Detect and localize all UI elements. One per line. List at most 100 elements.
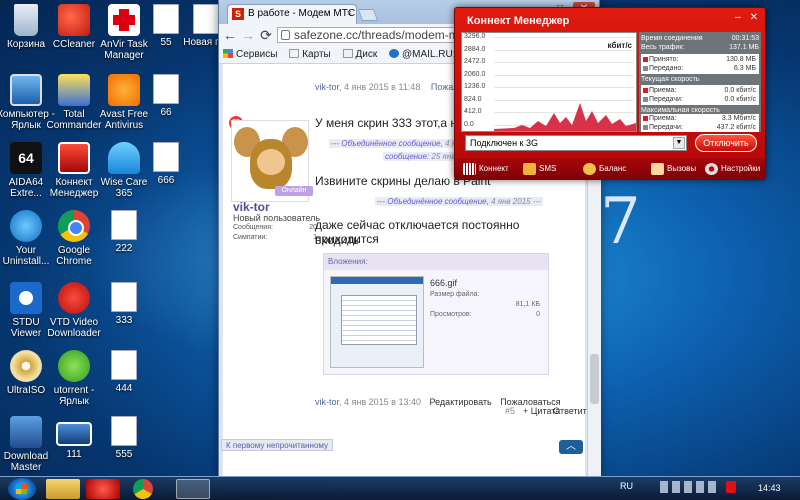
- attachment-thumbnail[interactable]: [330, 276, 424, 368]
- traffic-area: [494, 103, 636, 131]
- received-icon: [643, 57, 648, 62]
- post-text: входить: [315, 233, 360, 247]
- taskbar-opera[interactable]: [86, 479, 120, 499]
- tab-connect[interactable]: Коннект: [463, 161, 509, 177]
- post-author-link[interactable]: vik-tor: [315, 397, 339, 407]
- start-button[interactable]: [8, 478, 36, 500]
- new-tab-button[interactable]: [357, 9, 379, 21]
- user-role: Новый пользователь: [233, 213, 321, 223]
- traffic-breakdown: Принято: 130.8 МБ Передано: 6.3 МБ: [641, 54, 759, 74]
- bookmark-disk[interactable]: Диск: [339, 46, 383, 60]
- page-icon: [289, 49, 300, 58]
- file-icon: [111, 350, 137, 380]
- apps-icon: [223, 49, 233, 58]
- session-time: Время соединения 00:31:53: [641, 35, 759, 42]
- attachments-header: Вложения:: [324, 254, 548, 270]
- uninstaller-icon: [10, 210, 42, 242]
- post-date: 4 янв 2015 в 11:48: [344, 82, 421, 92]
- sms-icon: [523, 163, 536, 175]
- connection-select[interactable]: Подключен к 3G ▼: [465, 135, 687, 151]
- desktop-icon-label: 66: [160, 107, 172, 118]
- desktop-icon[interactable]: 666: [136, 142, 196, 186]
- taskbar-connect-manager[interactable]: [176, 479, 210, 499]
- ultraiso-icon: [10, 350, 42, 382]
- edit-link[interactable]: Редактировать: [430, 397, 492, 407]
- coins-icon: [583, 163, 596, 175]
- file-icon: [111, 282, 137, 312]
- vtd-icon: [58, 282, 90, 314]
- page-icon: [281, 30, 290, 40]
- language-indicator[interactable]: RU: [620, 481, 633, 491]
- forward-button[interactable]: →: [239, 26, 257, 44]
- tab-settings[interactable]: Настройки: [705, 161, 760, 177]
- sent-icon: [643, 66, 648, 71]
- received-icon: [643, 88, 648, 93]
- desktop-icon[interactable]: 333: [94, 282, 154, 326]
- tab-title: В работе - Модем МТС К: [248, 8, 357, 19]
- tab-calls[interactable]: Вызовы: [651, 161, 696, 177]
- back-button[interactable]: ←: [221, 26, 239, 44]
- username[interactable]: vik-tor: [233, 200, 270, 214]
- desktop-icon-label: 666: [157, 175, 175, 186]
- reply-button[interactable]: Ответить: [553, 406, 587, 416]
- graph-tick-label: 0.0: [464, 120, 474, 128]
- cm-minimize-button[interactable]: –: [731, 12, 745, 24]
- scrollbar-thumb[interactable]: [590, 354, 599, 404]
- tray-icons[interactable]: [660, 481, 716, 493]
- graph-tick-label: 2472.0: [464, 58, 486, 65]
- browser-tab[interactable]: S В работе - Модем МТС К ×: [227, 4, 357, 24]
- sent-icon: [643, 97, 648, 102]
- merged-notice: --- Объединённое сообщение, 4 янв 2015 -…: [375, 197, 543, 206]
- desktop-icon[interactable]: 444: [94, 350, 154, 394]
- utorrent-icon: [58, 350, 90, 382]
- bookmark-services[interactable]: Сервисы: [219, 46, 282, 60]
- graph-tick-label: 2060.0: [464, 70, 486, 78]
- max-speed: Приема: 3.3 Мбит/с Передачи: 437.2 кбит/с: [641, 114, 759, 132]
- mail-icon: [389, 49, 400, 58]
- post-author-link[interactable]: vik-tor: [315, 82, 339, 92]
- cm-close-button[interactable]: ✕: [747, 12, 761, 24]
- mts-tray-icon[interactable]: [726, 481, 736, 493]
- gear-icon: [705, 163, 718, 175]
- ccleaner-icon: [58, 4, 90, 36]
- chevron-down-icon[interactable]: ▼: [673, 137, 685, 149]
- aida64-icon: 64: [10, 142, 42, 174]
- taskbar-chrome[interactable]: [133, 479, 153, 499]
- first-unread-button[interactable]: К первому непрочитанному: [221, 439, 333, 451]
- graph-tick-label: 2884.0: [464, 45, 486, 53]
- tab-close-icon[interactable]: ×: [347, 8, 352, 18]
- file-icon: [153, 74, 179, 104]
- desktop-icon-label: 444: [115, 383, 133, 394]
- taskbar-explorer[interactable]: [46, 479, 80, 499]
- connect-manager-window: Коннект Менеджер – ✕ кбит/с 3296.0 2884.0…: [454, 7, 766, 180]
- attachment-name[interactable]: 666.gif: [430, 278, 457, 288]
- page-icon: [342, 49, 353, 58]
- attachments-box: Вложения: 666.gif Размер файла: 81,1 КБ …: [323, 253, 549, 375]
- image-file-icon: [56, 422, 92, 446]
- signal-icon: [463, 163, 476, 175]
- computer-icon: [10, 74, 42, 106]
- desktop-icon-label: 222: [115, 243, 133, 254]
- bookmark-maps[interactable]: Карты: [285, 46, 336, 60]
- reload-button[interactable]: ⟳: [257, 26, 275, 44]
- tab-balance[interactable]: Баланс: [583, 161, 626, 177]
- traffic-graph: кбит/с 3296.0 2884.0 2472.0 2060.0 1236.0 824…: [461, 32, 637, 132]
- sent-icon: [643, 125, 648, 130]
- graph-tick-label: 824.0: [464, 95, 482, 103]
- desktop-icon[interactable]: 222: [94, 210, 154, 254]
- post-number[interactable]: #5: [505, 406, 515, 416]
- clock[interactable]: 14:43: [758, 483, 781, 493]
- desktop-icon[interactable]: 66: [136, 74, 196, 118]
- folder-icon: [193, 4, 219, 34]
- scroll-up-button[interactable]: ︿: [559, 440, 583, 454]
- desktop-icon-label: 555: [115, 449, 133, 460]
- desktop-icon[interactable]: 555: [94, 416, 154, 460]
- file-icon: [111, 416, 137, 446]
- disconnect-button[interactable]: Отключить: [695, 134, 757, 152]
- taskbar: RU 14:43: [0, 476, 800, 500]
- connect-manager-icon: [58, 142, 90, 174]
- received-icon: [643, 116, 648, 121]
- cm-tab-bar: Коннект SMS Баланс Вызовы Настройки: [455, 158, 765, 180]
- current-speed: Приема: 0.0 кбит/с Передачи: 0.0 кбит/с: [641, 85, 759, 105]
- tab-sms[interactable]: SMS: [523, 161, 556, 177]
